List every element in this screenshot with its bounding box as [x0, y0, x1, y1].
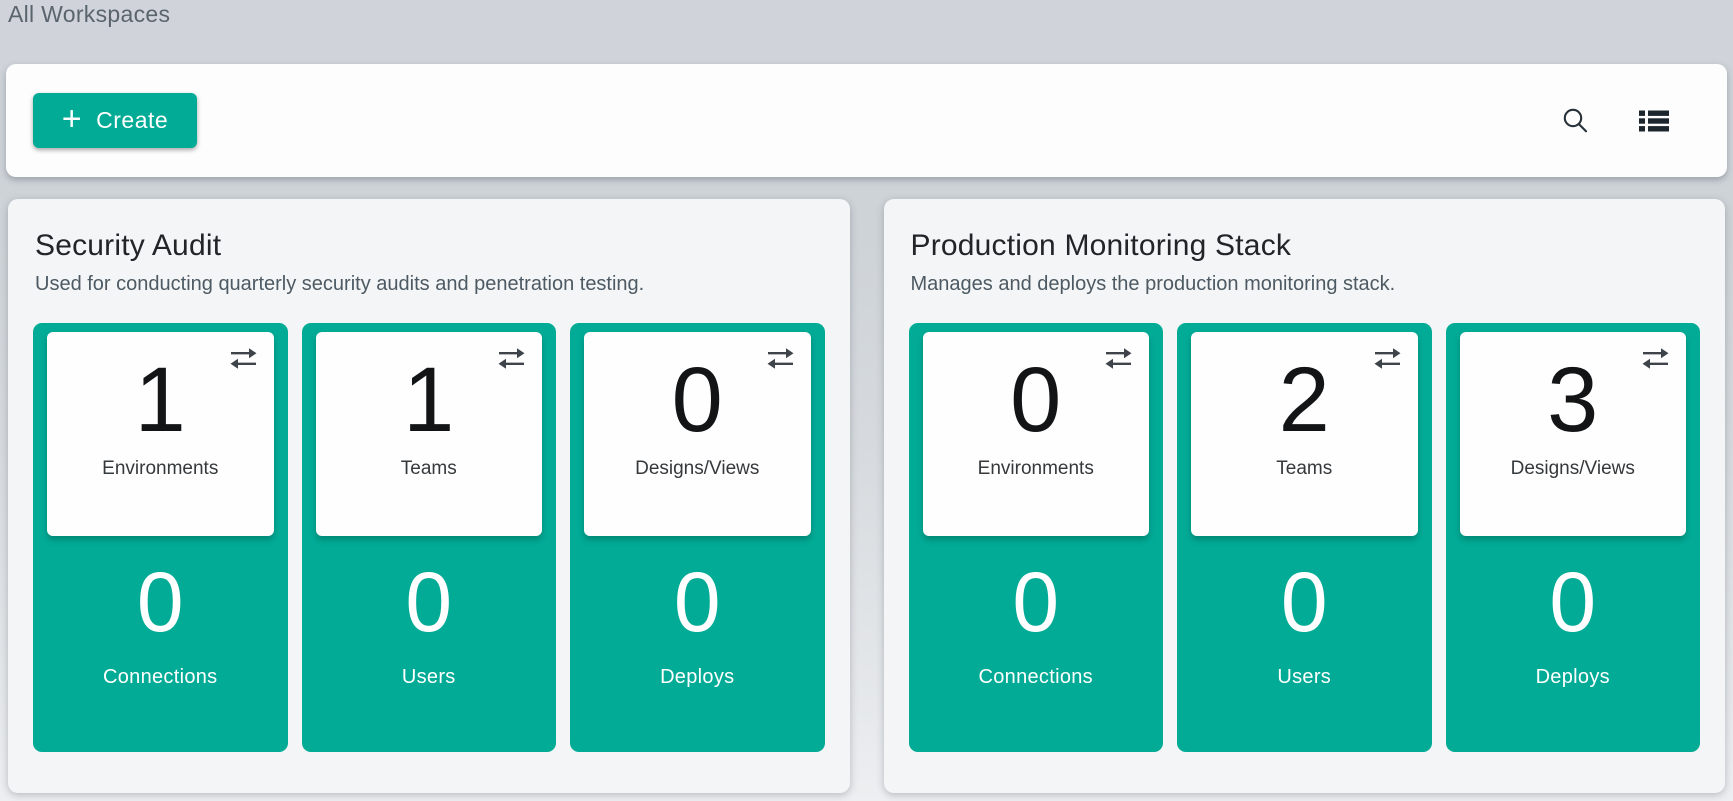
stat-label: Designs/Views [635, 458, 759, 480]
stat-tile-bottom: 0 Connections [909, 536, 1164, 752]
plus-icon: + [62, 102, 82, 136]
stat-tile-top: 2 Teams [1191, 332, 1418, 536]
swap-horizontal-icon[interactable] [228, 346, 259, 376]
stat-label: Environments [102, 458, 218, 480]
stat-tile-bottom: 0 Users [1177, 536, 1432, 752]
page-title: All Workspaces [8, 1, 170, 28]
stat-label: Users [402, 666, 456, 689]
stat-tile-top: 0 Environments [923, 332, 1150, 536]
stat-label: Teams [1276, 458, 1332, 480]
toolbar-actions [1555, 101, 1675, 141]
stat-tile-teams-users[interactable]: 1 Teams 0 Users [302, 323, 557, 752]
stat-value: 0 [1010, 354, 1061, 448]
swap-horizontal-icon[interactable] [765, 346, 796, 376]
stat-tile-designs-deploys[interactable]: 3 Designs/Views 0 Deploys [1446, 323, 1701, 752]
stat-value: 0 [137, 560, 184, 644]
stat-value: 0 [405, 560, 452, 644]
workspace-description: Manages and deploys the production monit… [911, 273, 1701, 296]
stat-label: Environments [978, 458, 1094, 480]
stat-tile-designs-deploys[interactable]: 0 Designs/Views 0 Deploys [570, 323, 825, 752]
stat-tile-bottom: 0 Deploys [1446, 536, 1701, 752]
stat-label: Designs/Views [1511, 458, 1635, 480]
stat-value: 1 [135, 354, 186, 448]
stat-tile-bottom: 0 Deploys [570, 536, 825, 752]
stat-tile-bottom: 0 Users [302, 536, 557, 752]
workspace-name: Security Audit [35, 229, 825, 263]
stat-tile-top: 1 Environments [47, 332, 274, 536]
stat-label: Teams [401, 458, 457, 480]
create-button-label: Create [96, 107, 168, 134]
workspace-card-security-audit[interactable]: Security Audit Used for conducting quart… [8, 199, 850, 793]
stat-tiles: 1 Environments 0 Connections [33, 323, 825, 752]
swap-horizontal-icon[interactable] [1640, 346, 1671, 376]
stat-tile-environments-connections[interactable]: 1 Environments 0 Connections [33, 323, 288, 752]
workspaces-toolbar: + Create [6, 64, 1727, 177]
stat-value: 3 [1547, 354, 1598, 448]
stat-value: 0 [1549, 560, 1596, 644]
workspace-card-production-monitoring-stack[interactable]: Production Monitoring Stack Manages and … [884, 199, 1726, 793]
swap-horizontal-icon[interactable] [1103, 346, 1134, 376]
workspace-card-grid: Security Audit Used for conducting quart… [8, 199, 1725, 793]
stat-label: Connections [103, 666, 217, 689]
stat-value: 0 [1012, 560, 1059, 644]
stat-value: 0 [672, 354, 723, 448]
stat-tiles: 0 Environments 0 Connections [909, 323, 1701, 752]
stat-value: 0 [1281, 560, 1328, 644]
stat-tile-teams-users[interactable]: 2 Teams 0 Users [1177, 323, 1432, 752]
workspace-name: Production Monitoring Stack [911, 229, 1701, 263]
list-view-icon[interactable] [1633, 103, 1675, 139]
stat-tile-top: 3 Designs/Views [1460, 332, 1687, 536]
create-workspace-button[interactable]: + Create [33, 93, 197, 148]
stat-label: Deploys [1536, 666, 1610, 689]
stat-label: Connections [979, 666, 1093, 689]
stat-value: 1 [403, 354, 454, 448]
stat-tile-bottom: 0 Connections [33, 536, 288, 752]
search-icon[interactable] [1555, 101, 1595, 141]
swap-horizontal-icon[interactable] [496, 346, 527, 376]
stat-label: Deploys [660, 666, 734, 689]
swap-horizontal-icon[interactable] [1372, 346, 1403, 376]
stat-tile-environments-connections[interactable]: 0 Environments 0 Connections [909, 323, 1164, 752]
workspace-description: Used for conducting quarterly security a… [35, 273, 825, 296]
stat-value: 0 [674, 560, 721, 644]
stat-value: 2 [1279, 354, 1330, 448]
stat-label: Users [1277, 666, 1331, 689]
stat-tile-top: 1 Teams [316, 332, 543, 536]
stat-tile-top: 0 Designs/Views [584, 332, 811, 536]
